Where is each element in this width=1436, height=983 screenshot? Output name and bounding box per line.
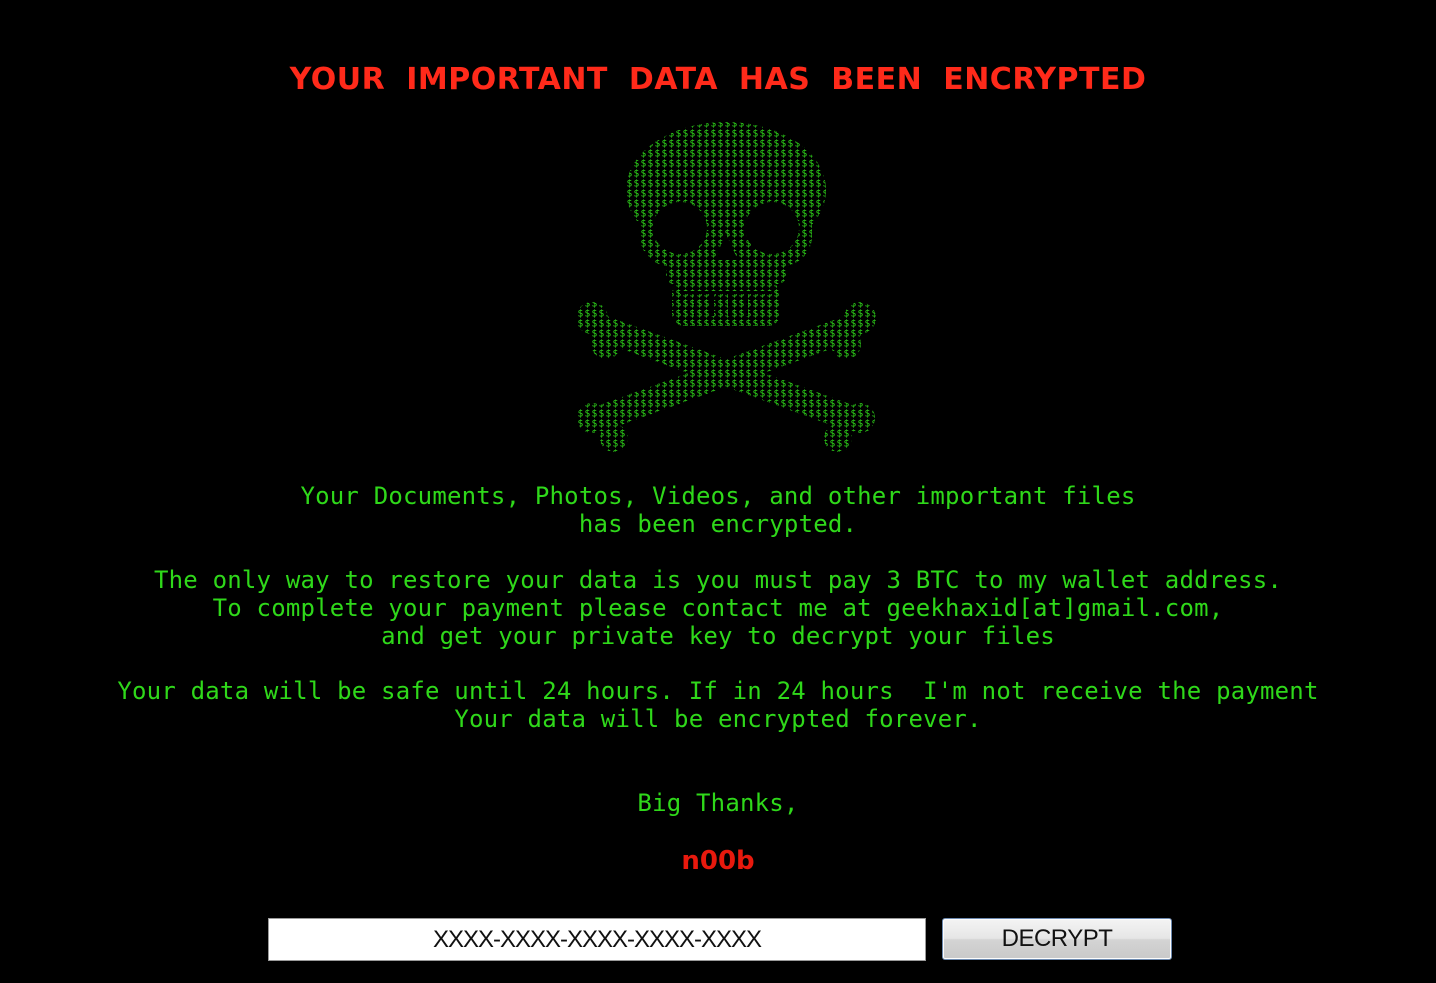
deadline-warning: Your data will be safe until 24 hours. I… — [117, 677, 1319, 733]
skull-crossbones-icon: $ — [570, 118, 882, 453]
closing-text: Big Thanks, — [637, 789, 799, 817]
private-key-input[interactable] — [268, 918, 926, 961]
encrypted-files-message: Your Documents, Photos, Videos, and othe… — [300, 482, 1136, 538]
warning-title: YOUR IMPORTANT DATA HAS BEEN ENCRYPTED — [289, 62, 1147, 97]
payment-instructions: The only way to restore your data is you… — [154, 566, 1282, 650]
decrypt-button[interactable]: DECRYPT — [942, 918, 1172, 960]
signature: n00b — [681, 846, 755, 876]
